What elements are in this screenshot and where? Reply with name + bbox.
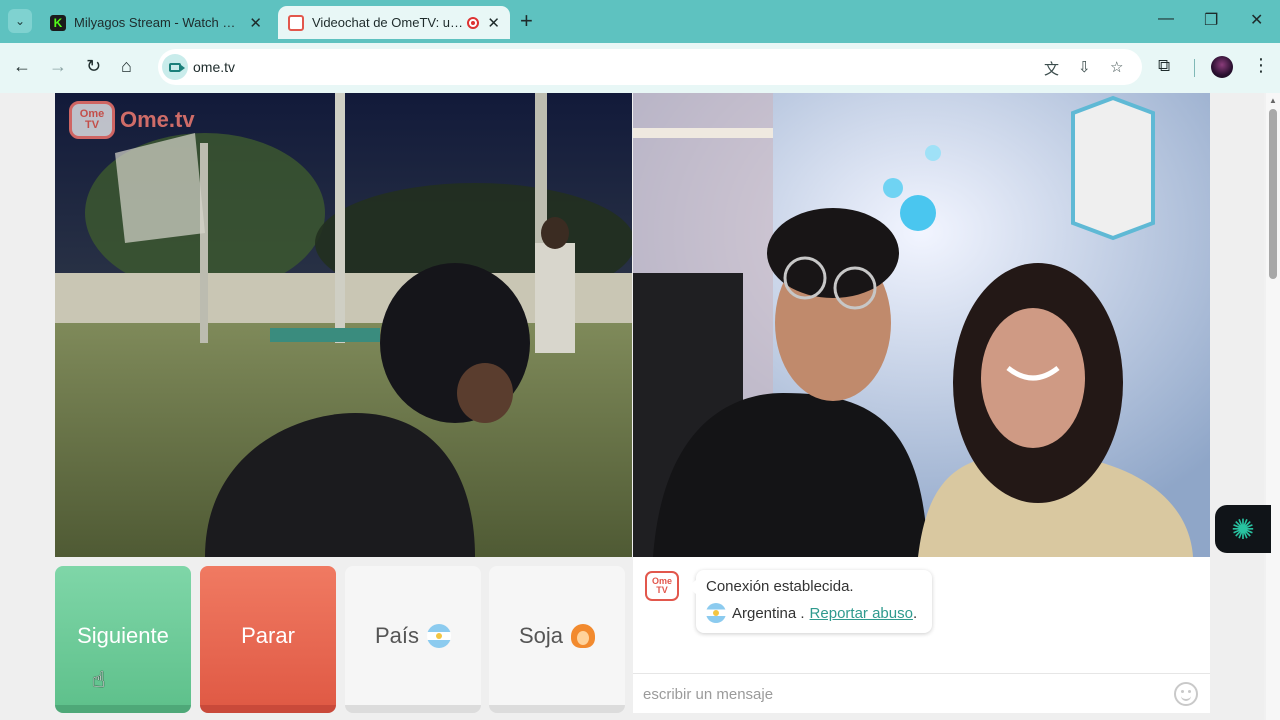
- stranger-video-frame: [55, 93, 632, 557]
- argentina-flag-icon: [706, 603, 726, 623]
- logo-box-bottom: TV: [84, 119, 100, 131]
- tab-ometv[interactable]: Videochat de OmeTV: una a ✕: [278, 6, 510, 39]
- restore-button[interactable]: ❐: [1204, 10, 1218, 30]
- ometv-watermark: Ome TV Ome.tv: [69, 101, 195, 139]
- system-message: Conexión establecida. Argentina . Report…: [688, 570, 932, 633]
- report-suffix: .: [912, 604, 918, 622]
- avatar-bottom: TV: [656, 585, 668, 595]
- logo-text: Ome.tv: [120, 107, 195, 132]
- browser-toolbar: ← → ↻ ⌂ ome.tv 文 ⇩ ☆ ⧉ ⋮: [0, 43, 1280, 93]
- reload-icon[interactable]: ↻: [86, 56, 101, 77]
- country-filter-button[interactable]: País: [345, 566, 481, 713]
- camera-icon: [169, 62, 185, 72]
- scroll-thumb[interactable]: [1269, 109, 1277, 279]
- stop-button[interactable]: Parar: [200, 566, 336, 713]
- ometv-logo-icon: [288, 14, 304, 31]
- tab-search-button[interactable]: ⌄: [8, 9, 32, 33]
- assistant-extension-icon[interactable]: ✺: [1215, 505, 1271, 553]
- tab-milyagos[interactable]: K Milyagos Stream - Watch Live o ✕: [40, 6, 272, 39]
- toolbar-divider: [1194, 59, 1195, 77]
- close-icon[interactable]: ✕: [249, 14, 262, 32]
- gender-button-label: Soja: [518, 622, 564, 648]
- home-icon[interactable]: ⌂: [121, 56, 132, 77]
- page-scrollbar[interactable]: ▲: [1266, 93, 1280, 720]
- stranger-country: Argentina .: [732, 604, 805, 622]
- chevron-down-icon: ⌄: [14, 14, 26, 28]
- kick-logo-icon: K: [50, 14, 66, 31]
- connection-status: Conexión establecida.: [706, 578, 854, 595]
- address-bar[interactable]: ome.tv 文 ⇩ ☆: [158, 49, 1142, 85]
- new-tab-button[interactable]: +: [520, 10, 533, 32]
- argentina-flag-icon: [427, 623, 452, 648]
- tab-title: Videochat de OmeTV: una a: [312, 15, 464, 30]
- close-icon[interactable]: ✕: [487, 14, 500, 32]
- self-video-frame: [633, 93, 1210, 557]
- site-info-button[interactable]: [162, 54, 188, 80]
- minimize-button[interactable]: —: [1158, 10, 1174, 28]
- ometv-avatar: Ome TV: [645, 571, 679, 601]
- recording-icon: [467, 16, 480, 29]
- profile-avatar[interactable]: [1211, 56, 1233, 78]
- forward-arrow-icon[interactable]: →: [49, 56, 67, 77]
- stop-button-label: Parar: [241, 622, 295, 648]
- url-text: ome.tv: [193, 59, 236, 75]
- star-icon[interactable]: ☆: [1110, 58, 1123, 76]
- gender-filter-button[interactable]: Soja: [489, 566, 625, 713]
- next-button-label: Siguiente: [77, 622, 169, 648]
- message-composer: [633, 673, 1210, 713]
- next-button[interactable]: Siguiente: [55, 566, 191, 713]
- emoji-icon[interactable]: [1174, 682, 1198, 706]
- stranger-video: Ome TV Ome.tv: [55, 93, 632, 557]
- country-button-label: País: [374, 622, 420, 648]
- translate-icon[interactable]: 文: [1044, 58, 1059, 79]
- puzzle-icon[interactable]: ⧉: [1158, 56, 1170, 76]
- tab-title: Milyagos Stream - Watch Live o: [74, 15, 242, 30]
- scroll-up-icon[interactable]: ▲: [1269, 96, 1277, 105]
- report-abuse-link[interactable]: Reportar abuso: [810, 605, 913, 622]
- ometv-page: Ome TV Ome.tv Siguiente Parar País Soja …: [0, 93, 1264, 720]
- install-app-icon[interactable]: ⇩: [1078, 58, 1091, 76]
- tab-strip: ⌄ K Milyagos Stream - Watch Live o ✕ Vid…: [0, 0, 1280, 43]
- message-input[interactable]: [643, 684, 1163, 704]
- self-video: [633, 93, 1210, 557]
- stranger-country-line: Argentina . Reportar abuso.: [706, 603, 922, 623]
- back-arrow-icon[interactable]: ←: [13, 56, 31, 77]
- kebab-menu-icon[interactable]: ⋮: [1252, 55, 1270, 76]
- window-close-button[interactable]: ✕: [1250, 10, 1263, 30]
- chat-panel: Ome TV Conexión establecida. Argentina .…: [633, 557, 1210, 713]
- mouse-pointer-icon: ☝: [92, 667, 106, 692]
- woman-icon: [571, 623, 596, 648]
- ometv-logo-icon: Ome TV: [69, 101, 115, 139]
